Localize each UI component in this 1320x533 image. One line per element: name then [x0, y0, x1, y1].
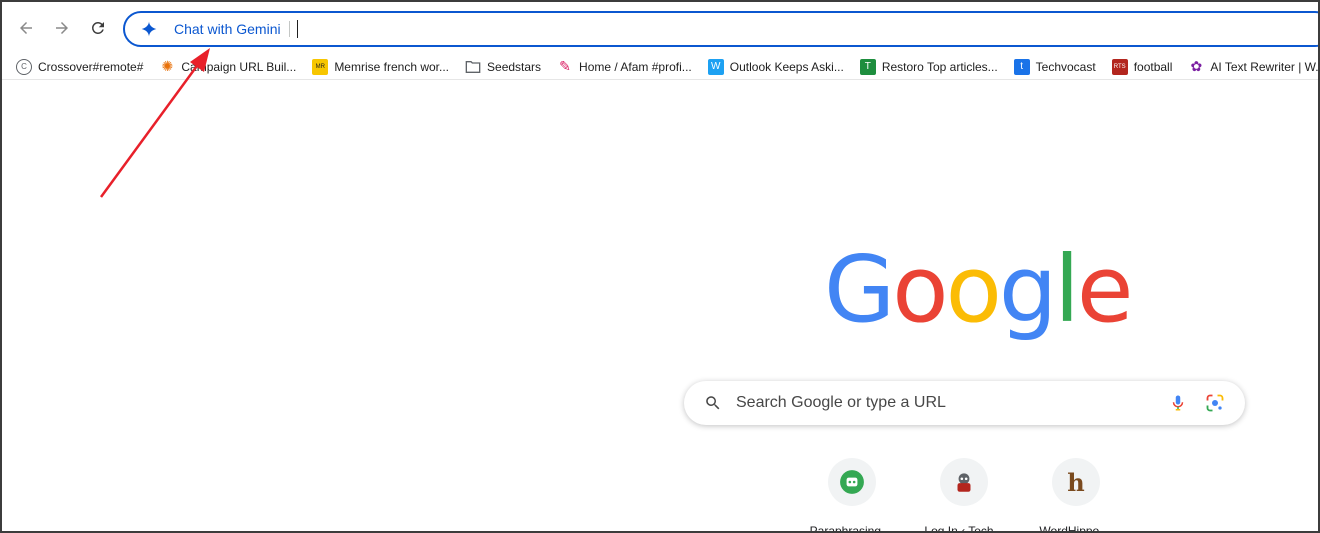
bookmark-item[interactable]: t Techvocast [1013, 56, 1096, 78]
chat-with-gemini-chip[interactable]: Chat with Gemini [174, 21, 281, 37]
reload-icon [91, 21, 104, 34]
reload-button[interactable] [84, 14, 112, 42]
bookmark-label: Memrise french wor... [334, 59, 450, 74]
bookmark-label: Home / Afam #profi... [579, 59, 692, 74]
arrow-left-icon [20, 22, 32, 34]
shortcut-tile[interactable]: Paraphrasing ... [802, 458, 902, 533]
search-icon [706, 396, 720, 410]
campaign-url-builder-icon: ✺ [161, 58, 174, 74]
search-input[interactable] [736, 394, 1146, 412]
text-cursor [296, 20, 298, 38]
bookmark-item[interactable]: ✎ Home / Afam #profi... [557, 56, 692, 78]
rts-icon: RTS [1111, 58, 1128, 75]
bookmark-label: Restoro Top articles... [881, 59, 998, 74]
address-bar[interactable]: Chat with Gemini [123, 11, 1318, 47]
google-search-box[interactable] [684, 381, 1245, 425]
crossover-icon: C [16, 58, 32, 75]
bookmark-item[interactable]: ✺ Campaign URL Buil... [159, 56, 297, 78]
shortcut-tiles: Paraphrasing ... Log In ‹ Tech... h WordHip… [802, 458, 1142, 533]
bookmark-item[interactable]: W Outlook Keeps Aski... [707, 56, 844, 78]
omnibox-separator [288, 21, 290, 37]
bookmark-label: Techvocast [1035, 59, 1096, 74]
paraphrasing-bot-icon [828, 458, 876, 506]
bookmark-item[interactable]: MR Memrise french wor... [312, 56, 449, 78]
bookmark-label: Campaign URL Buil... [181, 59, 297, 74]
shortcut-label: Log In ‹ Tech... [924, 524, 1004, 533]
bookmark-label: football [1133, 59, 1173, 74]
google-logo: Google [824, 236, 1134, 343]
shortcut-label: Paraphrasing ... [809, 524, 895, 533]
shortcut-label: WordHippo ... [1039, 524, 1113, 533]
feather-icon: ✎ [559, 58, 571, 74]
browser-toolbar: Chat with Gemini [2, 2, 1318, 52]
gemini-sparkle-icon [141, 21, 157, 37]
microphone-icon[interactable] [1169, 393, 1187, 413]
google-logo-letter: l [1054, 236, 1080, 343]
shortcut-tile[interactable]: Log In ‹ Tech... [914, 458, 1014, 533]
log-in-tech-icon [940, 458, 988, 506]
bookmarks-bar: C Crossover#remote# ✺ Campaign URL Buil... M… [2, 54, 1318, 80]
bookmark-item[interactable]: C Crossover#remote# [16, 56, 143, 78]
bookmark-item[interactable]: ✿ AI Text Rewriter | W... [1188, 56, 1320, 78]
ai-rewriter-icon: ✿ [1190, 58, 1203, 74]
google-logo-letter: e [1076, 236, 1134, 343]
bookmark-item[interactable]: Seedstars [465, 56, 541, 78]
wordhippo-h-icon: h [1052, 458, 1100, 506]
google-logo-letter: o [892, 236, 948, 343]
bookmark-label: Outlook Keeps Aski... [729, 59, 844, 74]
bookmark-item[interactable]: T Restoro Top articles... [859, 56, 998, 78]
wordpress-w-icon: W [707, 58, 724, 75]
arrow-right-icon [56, 22, 68, 34]
memrise-icon: MR [312, 58, 329, 75]
techvocast-icon: t [1013, 58, 1030, 75]
bookmark-label: AI Text Rewriter | W... [1210, 59, 1320, 74]
google-logo-letter: o [945, 236, 1002, 343]
google-lens-icon[interactable] [1205, 393, 1225, 413]
back-button[interactable] [12, 14, 40, 42]
folder-icon [465, 59, 481, 75]
forward-button[interactable] [48, 14, 76, 42]
google-logo-letter: g [998, 236, 1057, 343]
google-logo-letter: G [824, 236, 895, 343]
bookmark-item[interactable]: RTS football [1111, 56, 1173, 78]
bookmark-label: Crossover#remote# [38, 59, 144, 74]
restoro-icon: T [859, 58, 876, 75]
browser-window: Chat with Gemini C Crossover#remote# ✺ Camp… [0, 0, 1320, 533]
shortcut-tile[interactable]: h WordHippo ... [1026, 458, 1126, 533]
bookmark-label: Seedstars [487, 59, 542, 74]
